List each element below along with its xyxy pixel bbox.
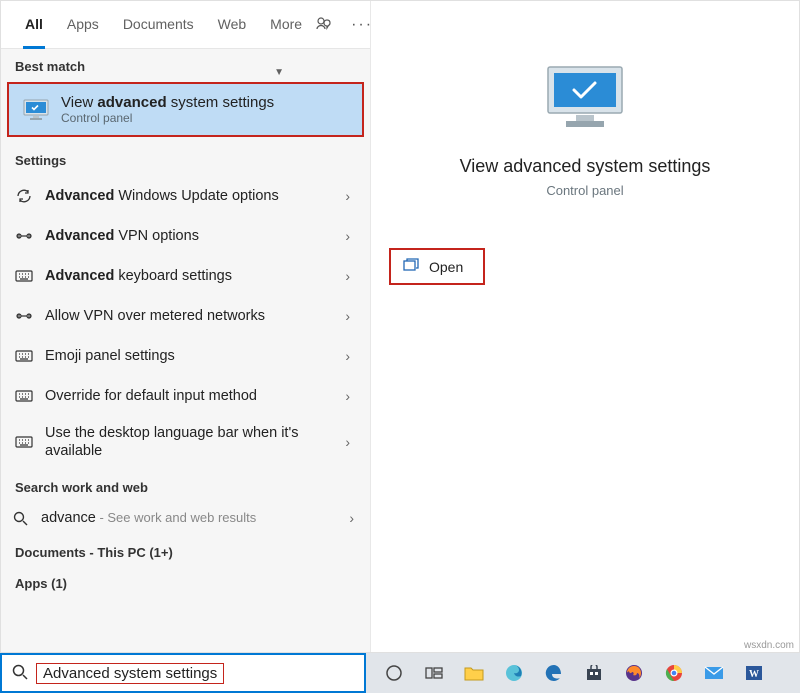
open-button[interactable]: Open — [389, 248, 485, 285]
word-icon[interactable]: W — [736, 655, 772, 691]
search-icon — [12, 664, 28, 683]
open-label: Open — [429, 259, 463, 275]
task-view-icon[interactable] — [416, 655, 452, 691]
vpn-icon — [15, 227, 33, 245]
search-input-text: Advanced system settings — [36, 663, 224, 684]
open-new-window-icon — [403, 258, 419, 275]
tab-more-label: More — [270, 16, 302, 32]
chevron-right-icon: › — [339, 268, 356, 284]
edge-legacy-icon[interactable] — [536, 655, 572, 691]
preview-title: View advanced system settings — [460, 156, 711, 177]
setting-label: Allow VPN over metered networks — [45, 307, 327, 325]
taskbar: Advanced system settings W — [0, 653, 800, 693]
setting-label: Use the desktop language bar when it's a… — [45, 424, 327, 460]
setting-override-input-method[interactable]: Override for default input method › — [5, 376, 366, 416]
setting-advanced-vpn[interactable]: Advanced VPN options › — [5, 216, 366, 256]
filter-tabs: All Apps Documents Web More ▼ ··· — [1, 1, 370, 49]
edge-new-icon[interactable] — [496, 655, 532, 691]
search-ww-text: advance - See work and web results — [41, 509, 331, 527]
setting-label: Advanced Windows Update options — [45, 187, 327, 205]
setting-allow-vpn-metered[interactable]: Allow VPN over metered networks › — [5, 296, 366, 336]
best-match-title-post: system settings — [167, 94, 275, 111]
best-match-result[interactable]: View advanced system settings Control pa… — [7, 82, 364, 137]
file-explorer-icon[interactable] — [456, 655, 492, 691]
chevron-right-icon: › — [339, 348, 356, 364]
tab-more[interactable]: More ▼ — [258, 1, 314, 49]
chevron-right-icon: › — [339, 308, 356, 324]
chevron-right-icon: › — [339, 188, 356, 204]
refresh-icon — [15, 187, 33, 205]
tab-documents[interactable]: Documents — [111, 1, 206, 49]
feedback-icon[interactable] — [314, 15, 334, 35]
settings-results: Advanced Windows Update options › Advanc… — [1, 174, 370, 470]
firefox-icon[interactable] — [616, 655, 652, 691]
mail-icon[interactable] — [696, 655, 732, 691]
tab-all[interactable]: All — [13, 1, 55, 49]
setting-label: Emoji panel settings — [45, 347, 327, 365]
tab-web[interactable]: Web — [206, 1, 259, 49]
setting-label: Advanced keyboard settings — [45, 267, 327, 285]
search-icon — [11, 509, 29, 527]
taskbar-search-box[interactable]: Advanced system settings — [0, 653, 366, 693]
best-match-heading: Best match — [1, 49, 370, 80]
cortana-icon[interactable] — [376, 655, 412, 691]
setting-advanced-windows-update[interactable]: Advanced Windows Update options › — [5, 176, 366, 216]
setting-desktop-language-bar[interactable]: Use the desktop language bar when it's a… — [5, 416, 366, 468]
apps-heading: Apps (1) — [1, 566, 370, 597]
setting-emoji-panel[interactable]: Emoji panel settings › — [5, 336, 366, 376]
results-column: All Apps Documents Web More ▼ ··· Best m… — [1, 1, 371, 652]
taskbar-icons: W — [366, 655, 772, 691]
watermark: wsxdn.com — [744, 640, 794, 651]
chevron-right-icon: › — [343, 510, 360, 526]
monitor-check-icon — [23, 99, 49, 121]
keyboard-icon — [15, 433, 33, 451]
windows-search-panel: All Apps Documents Web More ▼ ··· Best m… — [0, 0, 800, 653]
chrome-icon[interactable] — [656, 655, 692, 691]
svg-text:W: W — [749, 669, 759, 680]
best-match-subtitle: Control panel — [61, 111, 274, 125]
chevron-right-icon: › — [339, 434, 356, 450]
setting-advanced-keyboard[interactable]: Advanced keyboard settings › — [5, 256, 366, 296]
preview-pane: View advanced system settings Control pa… — [371, 1, 799, 652]
best-match-title: View advanced system settings — [61, 94, 274, 111]
tab-apps[interactable]: Apps — [55, 1, 111, 49]
keyboard-icon — [15, 387, 33, 405]
monitor-check-icon-large — [542, 63, 628, 138]
chevron-right-icon: › — [339, 228, 356, 244]
setting-label: Override for default input method — [45, 387, 327, 405]
settings-heading: Settings — [1, 143, 370, 174]
documents-heading: Documents - This PC (1+) — [1, 535, 370, 566]
search-work-web-heading: Search work and web — [1, 470, 370, 501]
keyboard-icon — [15, 347, 33, 365]
microsoft-store-icon[interactable] — [576, 655, 612, 691]
more-options-icon[interactable]: ··· — [352, 15, 371, 35]
best-match-title-bold: advanced — [97, 94, 166, 111]
chevron-right-icon: › — [339, 388, 356, 404]
preview-subtitle: Control panel — [546, 183, 623, 198]
best-match-title-pre: View — [61, 94, 97, 111]
chevron-down-icon: ▼ — [274, 67, 284, 78]
vpn-icon — [15, 307, 33, 325]
keyboard-icon — [15, 267, 33, 285]
setting-label: Advanced VPN options — [45, 227, 327, 245]
search-work-web-result[interactable]: advance - See work and web results › — [1, 501, 370, 535]
